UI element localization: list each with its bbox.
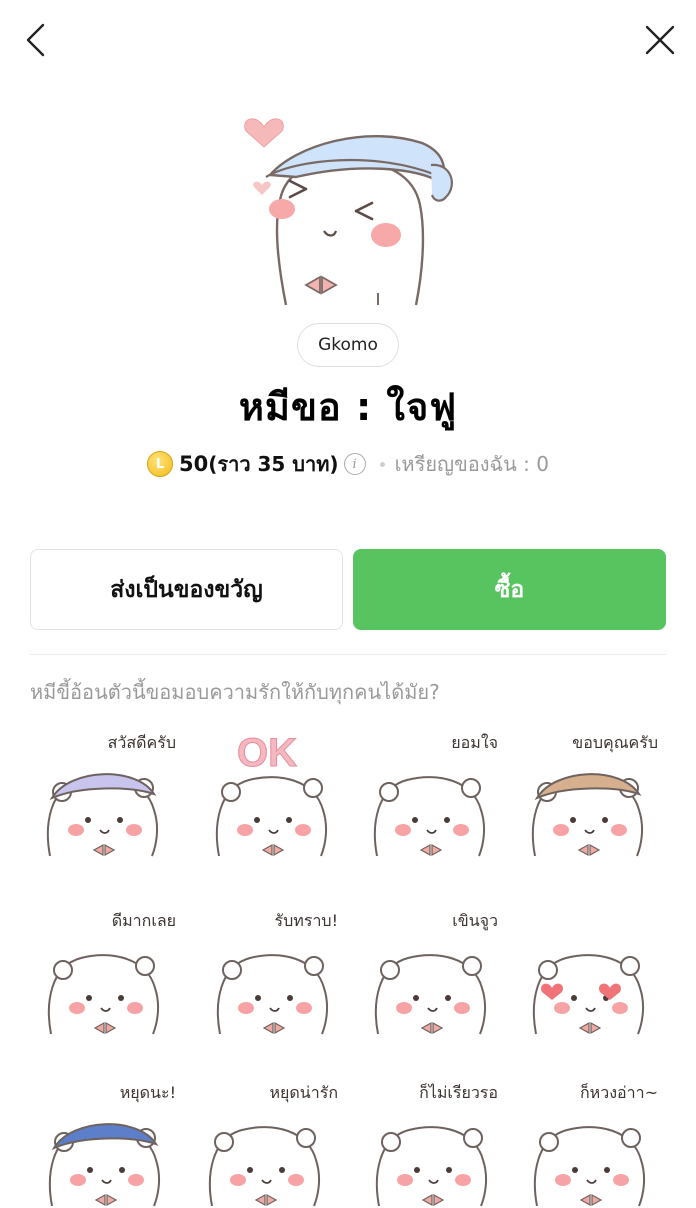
sticker-preview[interactable]: ก็หวงอ่าา~ bbox=[512, 1078, 662, 1208]
sticker-caption: ดีมากเลย bbox=[111, 911, 176, 930]
sticker-caption: ขอบคุณครับ bbox=[572, 733, 658, 752]
sticker-preview[interactable]: หยุดนะ! bbox=[30, 1078, 180, 1208]
sticker-preview[interactable]: เขินจูว bbox=[352, 906, 502, 1036]
back-button[interactable] bbox=[16, 20, 56, 60]
close-icon bbox=[645, 25, 675, 55]
price-row: L 50 (ราว 35 บาท) i เหรียญของฉัน : 0 bbox=[0, 446, 696, 482]
bear-sticker-image bbox=[532, 954, 645, 1035]
sticker-preview[interactable]: OKOK bbox=[192, 728, 342, 858]
sticker-caption: รับทราบ! bbox=[274, 911, 338, 930]
sticker-caption: หยุดนะ! bbox=[119, 1083, 176, 1102]
sticker-preview[interactable]: ยอมใจ bbox=[352, 728, 502, 858]
divider bbox=[30, 654, 666, 655]
my-coins-label: เหรียญของฉัน : 0 bbox=[394, 452, 550, 476]
sticker-preview[interactable]: ดีมากเลย bbox=[30, 906, 180, 1036]
buy-button-label: ซื้อ bbox=[494, 576, 525, 603]
sticker-caption: ก็ไม่เรียวรอ bbox=[419, 1083, 498, 1102]
sticker-description: หมีขี้อ้อนตัวนี้ขอมอบความรักให้กับทุกคนไ… bbox=[30, 680, 440, 704]
sticker-caption: ยอมใจ bbox=[451, 733, 498, 752]
creator-name: Gkomo bbox=[318, 335, 378, 355]
bear-sticker-image: OK bbox=[215, 731, 328, 857]
price-value: 50 bbox=[178, 452, 209, 476]
creator-badge[interactable]: Gkomo bbox=[297, 323, 399, 367]
sticker-preview[interactable]: ขอบคุณครับ bbox=[512, 728, 662, 858]
sticker-caption: เขินจูว bbox=[452, 911, 498, 930]
chevron-left-icon bbox=[26, 23, 45, 57]
line-coin-icon: L bbox=[146, 451, 173, 477]
sticker-caption: หยุดน่ารัก bbox=[269, 1083, 338, 1102]
sticker-preview[interactable]: ก็ไม่เรียวรอ bbox=[352, 1078, 502, 1208]
sticker-caption: สวัสดีครับ bbox=[107, 733, 176, 752]
svg-text:OK: OK bbox=[237, 731, 297, 775]
sticker-caption: ก็หวงอ่าา~ bbox=[579, 1083, 658, 1102]
separator-dot bbox=[379, 461, 385, 467]
sticker-preview[interactable]: รับทราบ! bbox=[192, 906, 342, 1036]
info-icon[interactable]: i bbox=[343, 453, 366, 475]
price-approx: (ราว 35 บาท) bbox=[208, 452, 339, 476]
gift-button[interactable]: ส่งเป็นของขวัญ bbox=[30, 549, 343, 630]
sticker-preview[interactable] bbox=[512, 906, 662, 1036]
sticker-title: หมีขอ : ใจฟู bbox=[238, 385, 458, 429]
main-sticker-image bbox=[236, 105, 460, 310]
buy-button[interactable]: ซื้อ bbox=[353, 549, 666, 630]
sticker-preview[interactable]: สวัสดีครับ bbox=[30, 728, 180, 858]
gift-button-label: ส่งเป็นของขวัญ bbox=[110, 576, 263, 603]
close-button[interactable] bbox=[640, 20, 680, 60]
sticker-preview[interactable]: หยุดน่ารัก bbox=[192, 1078, 342, 1208]
